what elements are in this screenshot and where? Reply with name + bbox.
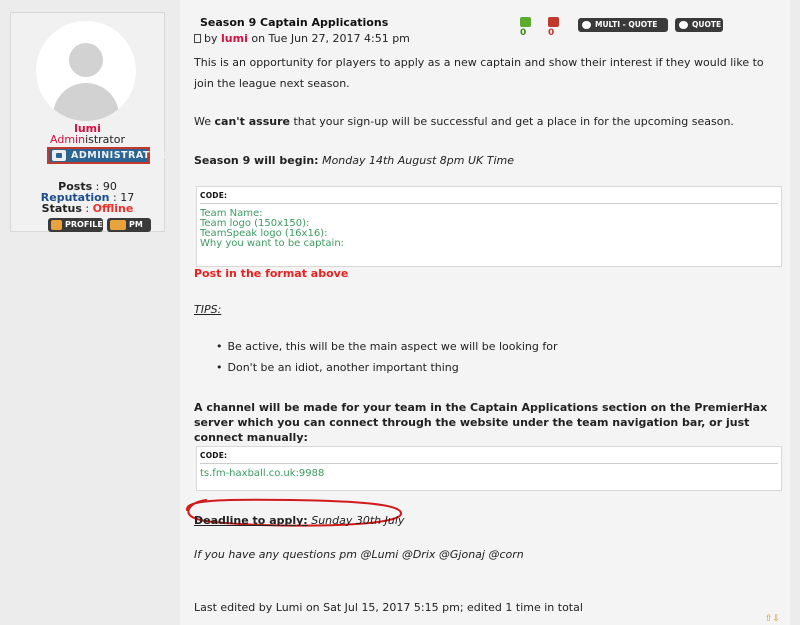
dislike-count: 0	[548, 27, 555, 38]
assurance-bold: can't assure	[214, 115, 290, 128]
profile-icon	[51, 220, 62, 230]
code-label: CODE:	[200, 191, 778, 204]
quote-label: QUOTE	[692, 20, 722, 29]
tips-list: Be active, this will be the main aspect …	[216, 336, 558, 378]
multi-quote-button[interactable]: MULTI - QUOTE	[578, 18, 668, 32]
questions-paragraph: If you have any questions pm @Lumi @Drix…	[194, 548, 524, 561]
like-button[interactable]: 0	[520, 17, 531, 38]
users-icon	[110, 220, 126, 230]
avatar-head	[69, 43, 103, 77]
deadline-date: Sunday 30th July	[311, 514, 405, 527]
deadline: Deadline to apply: Sunday 30th July	[194, 514, 404, 527]
status-label: Status	[41, 202, 82, 215]
rank-title-part2: istrator	[85, 133, 125, 146]
speech-bubble-icon	[679, 21, 688, 29]
multi-quote-label: MULTI - QUOTE	[595, 20, 658, 29]
thumbs-down-icon	[548, 17, 559, 27]
paragraph-intro: This is an opportunity for players to ap…	[194, 56, 764, 90]
list-item: Don't be an idiot, another important thi…	[216, 357, 558, 378]
profile-button-label: PROFILE	[65, 220, 103, 229]
profile-stats: Posts : 90 Reputation : 17 Status : Offl…	[11, 181, 164, 214]
code-block-application[interactable]: CODE: Team Name: Team logo (150x150): Te…	[196, 186, 782, 267]
quote-button[interactable]: QUOTE	[675, 18, 723, 32]
post-format-note: Post in the format above	[194, 267, 349, 280]
assurance-after: that your sign-up will be successful and…	[289, 115, 734, 128]
status-stat: Status : Offline	[41, 202, 134, 215]
post-date: on Tue Jun 27, 2017 4:51 pm	[251, 32, 410, 45]
post-byline: by lumi on Tue Jun 27, 2017 4:51 pm	[194, 32, 410, 45]
channel-paragraph: A channel will be made for your team in …	[194, 401, 768, 444]
thumbs-up-icon	[520, 17, 531, 27]
avatar-body	[53, 83, 119, 121]
paragraph-assurance: We can't assure that your sign-up will b…	[194, 111, 734, 132]
rank-title: Administrator	[11, 133, 164, 146]
post: Season 9 Captain Applications by lumi on…	[180, 0, 790, 625]
post-author[interactable]: lumi	[221, 32, 248, 45]
like-count: 0	[520, 27, 527, 38]
list-item: Be active, this will be the main aspect …	[216, 336, 558, 357]
season-start-date: Monday 14th August 8pm UK Time	[322, 154, 514, 167]
status-value: Offline	[92, 202, 134, 215]
pm-button-label: PM	[129, 220, 143, 229]
pm-button[interactable]: PM	[107, 218, 151, 232]
code-label: CODE:	[200, 451, 778, 464]
post-title[interactable]: Season 9 Captain Applications	[200, 16, 388, 29]
monitor-icon	[52, 150, 66, 161]
rank-badge: ADMINISTRATOR	[47, 147, 166, 164]
rank-title-part1: Admin	[50, 133, 86, 146]
paragraph-season-start: Season 9 will begin: Monday 14th August …	[194, 150, 514, 171]
edit-notice: Last edited by Lumi on Sat Jul 15, 2017 …	[194, 601, 583, 614]
dislike-button[interactable]: 0	[548, 17, 559, 38]
code-line: Why you want to be captain:	[200, 238, 345, 249]
deadline-label: Deadline to apply:	[194, 514, 308, 527]
rank-badge-label: ADMINISTRATOR	[71, 150, 167, 161]
document-icon[interactable]	[194, 34, 201, 43]
code-line: ts.fm-haxball.co.uk:9988	[200, 468, 325, 479]
season-start-label: Season 9 will begin:	[194, 154, 319, 167]
byline-by: by	[204, 32, 218, 45]
code-block-server[interactable]: CODE: ts.fm-haxball.co.uk:9988	[196, 446, 782, 491]
author-profile-card: lumi Administrator ADMINISTRATOR Posts :…	[10, 12, 166, 232]
speech-bubble-icon	[582, 21, 591, 29]
assurance-before: We	[194, 115, 215, 128]
profile-button[interactable]: PROFILE	[48, 218, 103, 232]
tips-heading: TIPS:	[194, 303, 222, 316]
avatar[interactable]	[36, 21, 136, 121]
scroll-top-bottom-icon[interactable]: ⇧⇩	[765, 614, 780, 624]
